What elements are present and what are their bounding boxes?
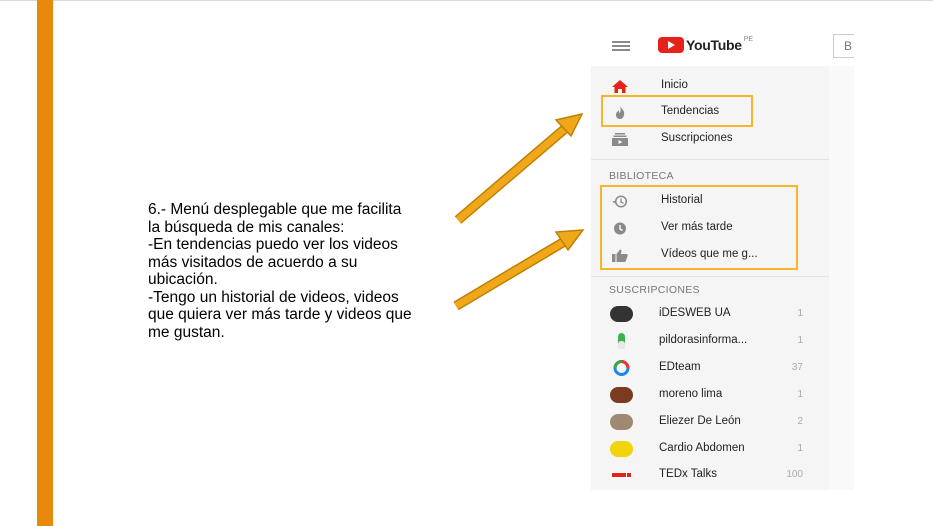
slide-description: 6.- Menú desplegable que me facilita la … (148, 201, 458, 341)
subscription-item[interactable]: Cardio Abdomen 1 (591, 436, 829, 462)
slide-line: -En tendencias puedo ver los videos (148, 236, 398, 253)
slide-line: -Tengo un historial de videos, videos (148, 288, 399, 306)
subscription-item[interactable]: pildorasinforma... 1 (591, 328, 829, 354)
channel-avatar (610, 306, 633, 322)
region-code: PE (743, 35, 754, 43)
content-area-edge (829, 66, 854, 490)
slide-line: la búsqueda de mis canales: (148, 218, 345, 236)
youtube-sidebar-screenshot: YouTube PE B Inicio Tendencias Suscripci… (591, 24, 854, 490)
search-partial-text: B (844, 39, 853, 53)
subscription-item[interactable]: Eliezer De León 2 (591, 409, 829, 435)
play-icon (658, 37, 684, 53)
highlight-box-biblioteca (600, 185, 798, 270)
sidebar-item-suscripciones[interactable]: Suscripciones (591, 126, 829, 152)
search-input[interactable]: B (833, 34, 854, 58)
section-title-biblioteca: BIBLIOTECA (609, 170, 674, 182)
subscriptions-icon (612, 133, 628, 146)
channel-name: TEDx Talks (659, 468, 717, 480)
slide-line: ubicación. (148, 271, 218, 288)
channel-avatar (610, 414, 633, 430)
slide-line: más visitados de acuerdo a su (148, 253, 358, 271)
channel-avatar (613, 360, 630, 376)
section-title-suscripciones: SUSCRIPCIONES (609, 284, 700, 296)
channel-name: moreno lima (659, 388, 723, 400)
youtube-logo[interactable]: YouTube PE (658, 35, 754, 53)
slide-accent-bar (37, 0, 53, 526)
channel-avatar (618, 333, 625, 349)
sidebar-item-label: Suscripciones (661, 132, 733, 144)
slide-line: 6.- Menú desplegable que me facilita (148, 201, 402, 218)
slide-line: que quiera ver más tarde y videos que (148, 306, 412, 323)
home-icon (612, 80, 628, 93)
divider (591, 159, 829, 160)
channel-avatar (611, 472, 632, 478)
slide-line: me gustan. (148, 323, 225, 341)
channel-name: pildorasinforma... (659, 334, 748, 346)
subscription-item[interactable]: EDteam 37 (591, 355, 829, 381)
sidebar-item-label: Inicio (661, 79, 688, 91)
new-video-count: 1 (797, 389, 803, 400)
new-video-count: 1 (797, 335, 803, 346)
channel-avatar (610, 387, 633, 403)
divider (591, 276, 829, 277)
highlight-box-tendencias (601, 95, 753, 127)
new-video-count: 1 (797, 308, 803, 319)
subscription-item[interactable]: TEDx Talks 100 (591, 462, 829, 488)
new-video-count: 37 (791, 362, 803, 373)
channel-name: EDteam (659, 361, 701, 373)
arrow-to-biblioteca (453, 229, 585, 311)
logo-text: YouTube (686, 37, 742, 53)
channel-name: Eliezer De León (659, 415, 741, 427)
top-border (0, 0, 933, 1)
arrow-to-tendencias (454, 112, 584, 224)
hamburger-menu-icon[interactable] (612, 41, 630, 51)
new-video-count: 2 (797, 416, 803, 427)
new-video-count: 100 (786, 469, 803, 480)
new-video-count: 1 (797, 443, 803, 454)
channel-name: Cardio Abdomen (659, 442, 745, 454)
channel-name: iDESWEB UA (659, 307, 731, 319)
channel-avatar (610, 441, 633, 457)
subscription-item[interactable]: iDESWEB UA 1 (591, 301, 829, 327)
subscription-item[interactable]: moreno lima 1 (591, 382, 829, 408)
youtube-header: YouTube PE B (591, 24, 854, 66)
